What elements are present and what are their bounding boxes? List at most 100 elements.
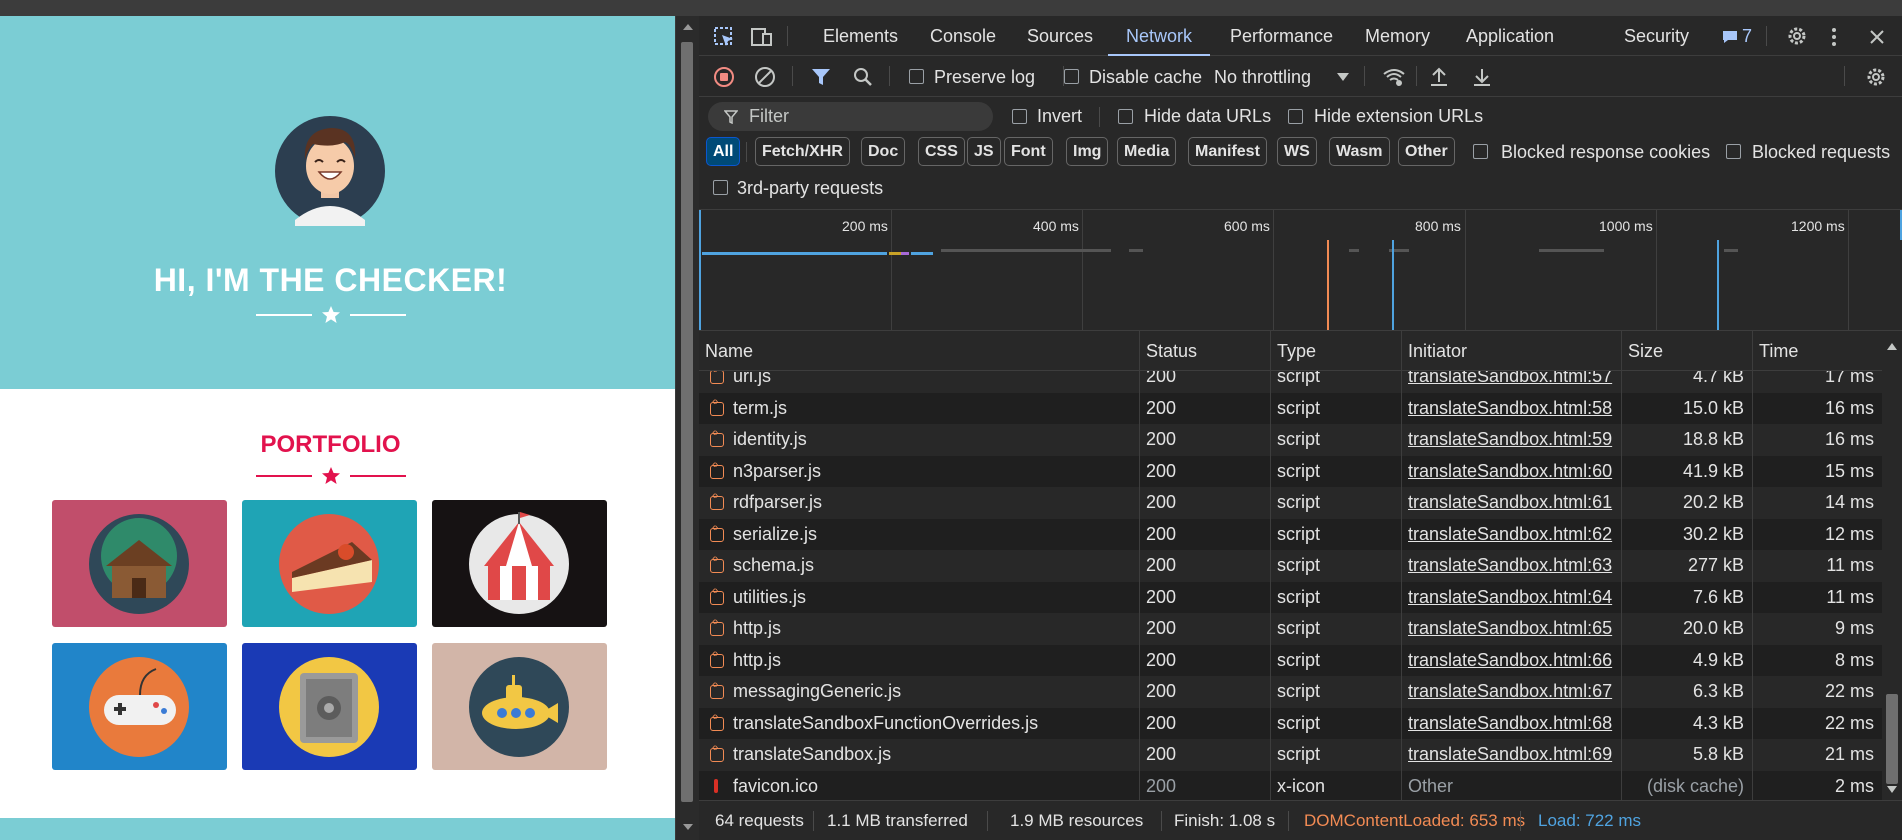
blocked-cookies-checkbox[interactable] <box>1473 144 1488 159</box>
type-filter-ws[interactable]: WS <box>1277 137 1317 166</box>
cell-initiator[interactable]: translateSandbox.html:65 <box>1401 613 1621 645</box>
column-type[interactable]: Type <box>1270 331 1401 371</box>
type-filter-fetch-xhr[interactable]: Fetch/XHR <box>755 137 850 166</box>
preserve-log-checkbox[interactable] <box>909 69 924 84</box>
table-row[interactable]: serialize.js 200scripttranslateSandbox.ht… <box>699 518 1882 550</box>
portfolio-tile-circus[interactable] <box>432 500 607 627</box>
cell-initiator[interactable]: translateSandbox.html:69 <box>1401 739 1621 771</box>
table-row[interactable]: term.js 200scripttranslateSandbox.html:58… <box>699 392 1882 424</box>
scroll-up-icon[interactable] <box>683 24 693 30</box>
type-filter-css[interactable]: CSS <box>918 137 965 166</box>
type-filter-doc[interactable]: Doc <box>861 137 906 166</box>
network-overview-timeline[interactable]: 200 ms 400 ms 600 ms 800 ms 1000 ms 1200… <box>699 209 1902 331</box>
network-settings-icon[interactable] <box>1865 66 1887 88</box>
tab-sources[interactable]: Sources <box>1025 16 1095 56</box>
type-filter-js[interactable]: JS <box>967 137 1001 166</box>
issues-count[interactable]: 7 <box>1742 26 1752 47</box>
table-row[interactable]: n3parser.js 200scripttranslateSandbox.htm… <box>699 455 1882 487</box>
cell-initiator[interactable]: translateSandbox.html:60 <box>1401 455 1621 487</box>
cell-time: 11 ms <box>1752 550 1882 582</box>
tab-performance[interactable]: Performance <box>1228 16 1335 56</box>
cell-time: 2 ms <box>1752 770 1882 800</box>
table-row[interactable]: utilities.js 200scripttranslateSandbox.ht… <box>699 581 1882 613</box>
table-row[interactable]: http.js 200scripttranslateSandbox.html:65… <box>699 613 1882 645</box>
cell-size: 41.9 kB <box>1621 455 1752 487</box>
filter-icon[interactable] <box>811 67 831 87</box>
portfolio-tile-submarine[interactable] <box>432 643 607 770</box>
cell-initiator[interactable]: translateSandbox.html:63 <box>1401 550 1621 582</box>
filter-input[interactable]: Filter <box>708 102 993 131</box>
type-filter-all[interactable]: All <box>706 137 741 166</box>
export-har-icon[interactable] <box>1472 66 1492 88</box>
table-row[interactable]: rdfparser.js 200scripttranslateSandbox.ht… <box>699 487 1882 519</box>
cell-name: term.js <box>733 397 787 418</box>
column-initiator[interactable]: Initiator <box>1401 331 1621 371</box>
table-row[interactable]: favicon.ico 200 x-icon Other (disk cache) 2 m… <box>699 770 1882 800</box>
column-size[interactable]: Size <box>1621 331 1752 371</box>
timeline-label: 600 ms <box>1224 218 1270 234</box>
table-row[interactable]: identity.js 200scripttranslateSandbox.htm… <box>699 424 1882 456</box>
table-row[interactable]: translateSandboxFunctionOverrides.js 200s… <box>699 707 1882 739</box>
type-filter-font[interactable]: Font <box>1004 137 1053 166</box>
cell-initiator[interactable]: translateSandbox.html:61 <box>1401 487 1621 519</box>
tab-network[interactable]: Network <box>1107 16 1211 56</box>
settings-gear-icon[interactable] <box>1786 25 1808 47</box>
tab-memory[interactable]: Memory <box>1363 16 1432 56</box>
column-status[interactable]: Status <box>1139 331 1270 371</box>
network-conditions-icon[interactable] <box>1382 67 1406 87</box>
device-toolbar-icon[interactable] <box>749 26 773 48</box>
type-filter-img[interactable]: Img <box>1066 137 1109 166</box>
type-filter-other[interactable]: Other <box>1398 137 1455 166</box>
tab-application[interactable]: Application <box>1464 16 1556 56</box>
devtools-panel: Elements Console Sources Network Perform… <box>699 16 1902 840</box>
type-filter-wasm[interactable]: Wasm <box>1329 137 1390 166</box>
tab-console[interactable]: Console <box>928 16 998 56</box>
hide-data-urls-checkbox[interactable] <box>1118 109 1133 124</box>
tab-elements[interactable]: Elements <box>821 16 900 56</box>
scroll-thumb[interactable] <box>681 42 693 802</box>
table-row[interactable]: schema.js 200scripttranslateSandbox.html:… <box>699 550 1882 582</box>
clear-icon[interactable] <box>754 66 776 88</box>
column-name[interactable]: Name <box>699 331 1139 371</box>
table-scrollbar[interactable] <box>1882 331 1902 800</box>
cell-initiator[interactable]: translateSandbox.html:67 <box>1401 676 1621 708</box>
invert-checkbox[interactable] <box>1012 109 1027 124</box>
table-row[interactable]: http.js 200scripttranslateSandbox.html:66… <box>699 644 1882 676</box>
page-scrollbar[interactable] <box>675 16 699 840</box>
table-scroll-thumb[interactable] <box>1886 694 1898 784</box>
scroll-up-icon[interactable] <box>1887 343 1897 350</box>
issues-icon[interactable] <box>1721 29 1739 45</box>
close-icon[interactable] <box>1868 28 1886 46</box>
blocked-requests-checkbox[interactable] <box>1726 144 1741 159</box>
cell-initiator[interactable]: translateSandbox.html:58 <box>1401 392 1621 424</box>
third-party-checkbox[interactable] <box>713 180 728 195</box>
cell-initiator[interactable]: translateSandbox.html:68 <box>1401 707 1621 739</box>
more-options-icon[interactable] <box>1830 26 1838 48</box>
chevron-down-icon[interactable] <box>1337 73 1349 81</box>
scroll-down-icon[interactable] <box>1887 786 1897 793</box>
scroll-down-icon[interactable] <box>683 824 693 830</box>
disable-cache-checkbox[interactable] <box>1064 69 1079 84</box>
portfolio-tile-controller[interactable] <box>52 643 227 770</box>
cell-initiator[interactable]: translateSandbox.html:66 <box>1401 644 1621 676</box>
cell-initiator[interactable]: translateSandbox.html:59 <box>1401 424 1621 456</box>
portfolio-tile-cake[interactable] <box>242 500 417 627</box>
record-stop-icon[interactable] <box>713 66 735 88</box>
table-row[interactable]: messagingGeneric.js 200scripttranslateSan… <box>699 676 1882 708</box>
cell-initiator[interactable]: translateSandbox.html:62 <box>1401 518 1621 550</box>
inspect-element-icon[interactable] <box>713 26 735 48</box>
hide-extension-urls-checkbox[interactable] <box>1288 109 1303 124</box>
type-filter-manifest[interactable]: Manifest <box>1188 137 1267 166</box>
column-time[interactable]: Time <box>1752 331 1882 371</box>
import-har-icon[interactable] <box>1429 66 1449 88</box>
portfolio-tile-cabin[interactable] <box>52 500 227 627</box>
search-icon[interactable] <box>853 67 873 87</box>
throttling-select[interactable]: No throttling <box>1214 67 1311 88</box>
table-row[interactable]: uri.js 200scripttranslateSandbox.html:574… <box>699 371 1882 393</box>
type-filter-media[interactable]: Media <box>1117 137 1177 166</box>
portfolio-tile-safe[interactable] <box>242 643 417 770</box>
tab-security[interactable]: Security <box>1622 16 1691 56</box>
cell-initiator[interactable]: translateSandbox.html:64 <box>1401 581 1621 613</box>
table-row[interactable]: translateSandbox.js 200scripttranslateSan… <box>699 739 1882 771</box>
cell-initiator[interactable]: translateSandbox.html:57 <box>1401 371 1621 393</box>
